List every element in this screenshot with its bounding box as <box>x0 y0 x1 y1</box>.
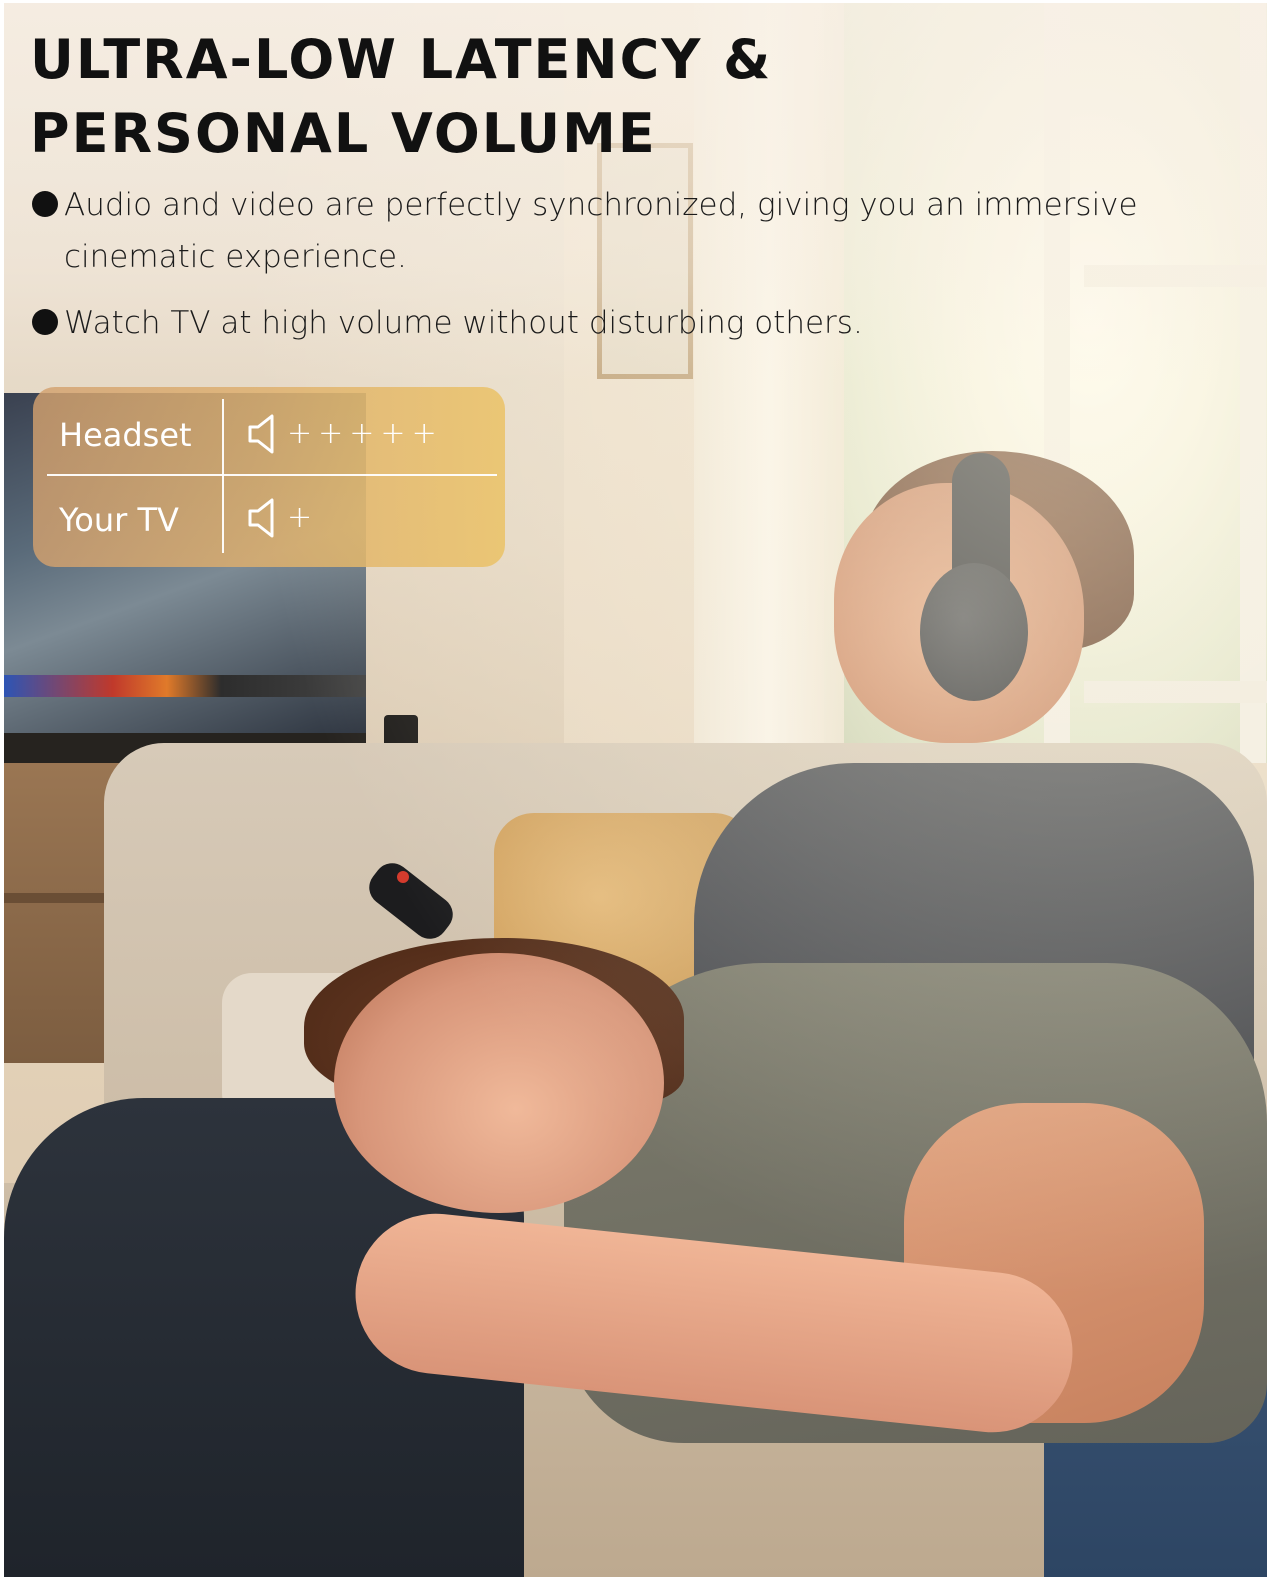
headset-label: Headset <box>59 416 192 454</box>
headline-line-2: PERSONAL VOLUME <box>30 102 657 165</box>
headline: ULTRA-LOW LATENCY & PERSONAL VOLUME <box>30 23 772 171</box>
woman-head <box>334 953 664 1213</box>
volume-plus-mark: + <box>287 416 313 451</box>
volume-plus-mark: + <box>411 416 437 451</box>
feature-item: Watch TV at high volume without disturbi… <box>30 297 1190 349</box>
feature-item: Audio and video are perfectly synchroniz… <box>30 179 1190 283</box>
remote-power-button <box>397 871 409 883</box>
speaker-icon <box>248 414 274 454</box>
headset-volume-level: + + + + + <box>247 411 437 457</box>
bullet-dot-icon <box>32 309 58 335</box>
television-ticker <box>4 675 366 697</box>
window-frame-bar <box>1084 681 1267 703</box>
feature-list: Audio and video are perfectly synchroniz… <box>30 179 1190 349</box>
volume-plus-mark: + <box>349 416 375 451</box>
speaker-icon <box>248 498 274 538</box>
volume-plus-mark: + <box>318 416 344 451</box>
volume-comparison-card: Headset + + + + + Your TV + <box>33 387 505 567</box>
tv-volume-level: + <box>247 495 312 541</box>
volume-plus-mark: + <box>287 500 313 535</box>
feature-text: Watch TV at high volume without disturbi… <box>64 305 863 341</box>
tv-label: Your TV <box>59 501 179 539</box>
product-image-frame: ULTRA-LOW LATENCY & PERSONAL VOLUME Audi… <box>4 3 1267 1577</box>
card-divider-vertical <box>222 399 224 553</box>
feature-text: Audio and video are perfectly synchroniz… <box>64 187 1138 275</box>
card-divider-horizontal <box>47 474 497 476</box>
headphones-earcup <box>920 563 1028 701</box>
bullet-dot-icon <box>32 191 58 217</box>
headline-line-1: ULTRA-LOW LATENCY & <box>30 28 773 91</box>
volume-plus-mark: + <box>380 416 406 451</box>
